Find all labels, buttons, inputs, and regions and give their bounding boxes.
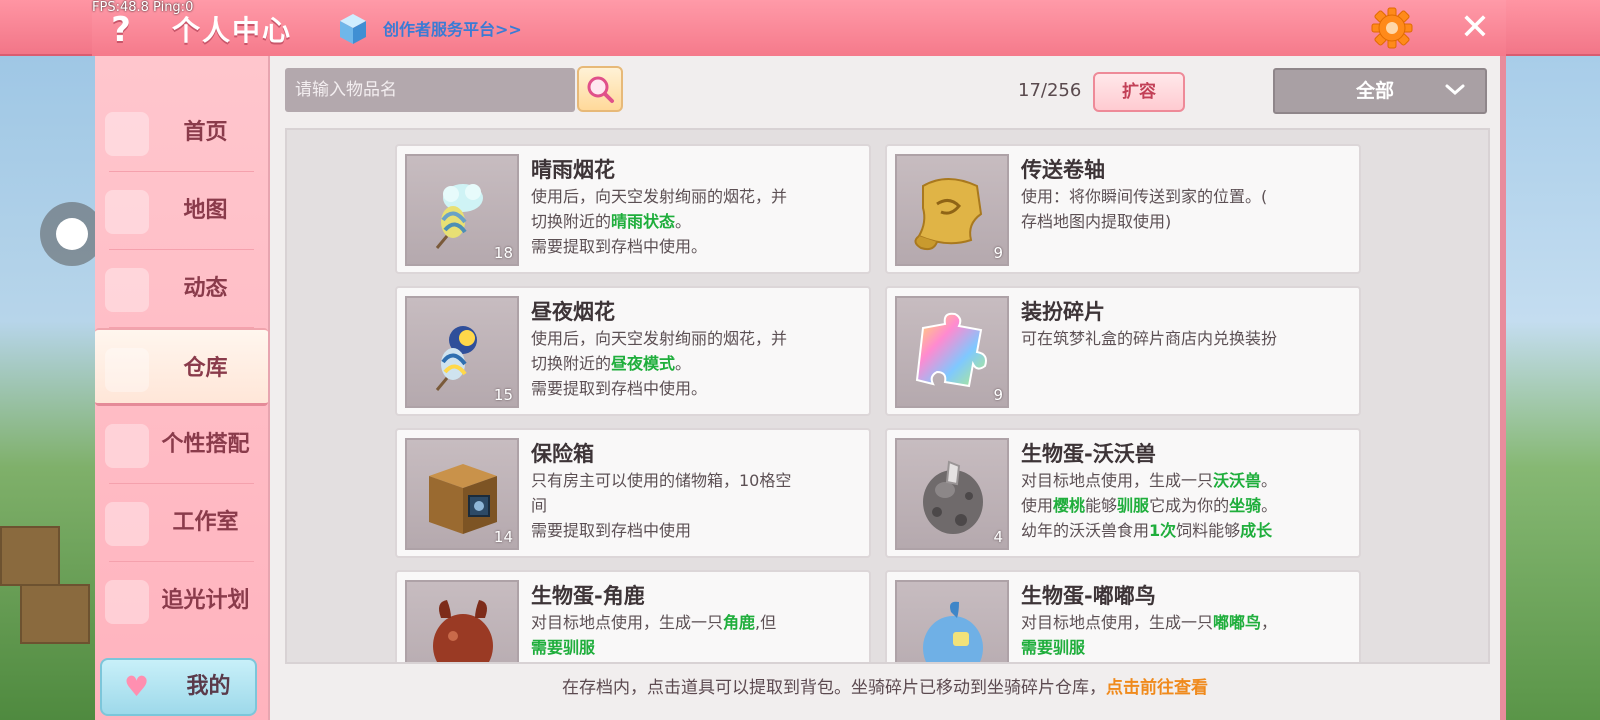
- scenery-block: [0, 526, 60, 586]
- sidebar-item-label: 首页: [183, 120, 228, 145]
- item-name: 保险箱: [531, 442, 594, 466]
- item-name: 生物蛋-沃沃兽: [1021, 442, 1156, 466]
- creator-platform-link[interactable]: 创作者服务平台>>: [383, 16, 522, 40]
- item-count: 4: [993, 528, 1003, 546]
- sidebar-item-outfit[interactable]: 个性搭配: [95, 406, 268, 484]
- item-card[interactable]: 18 晴雨烟花 使用后，向天空发射绚丽的烟花，并 切换附近的晴雨状态。 需要提取…: [395, 144, 871, 274]
- chevron-down-icon: [1445, 84, 1465, 95]
- item-description: 对目标地点使用，生成一只角鹿,但 需要驯服: [531, 613, 777, 657]
- item-thumbnail: [895, 580, 1009, 662]
- search-button[interactable]: [577, 66, 623, 112]
- item-card[interactable]: 生物蛋-嘟嘟鸟 对目标地点使用，生成一只嘟嘟鸟， 需要驯服: [885, 570, 1361, 662]
- search-box: [285, 68, 575, 112]
- sidebar-item-warehouse[interactable]: 仓库: [95, 328, 268, 406]
- item-count: 15: [493, 386, 513, 404]
- sidebar-item-activity[interactable]: 动态: [95, 250, 268, 328]
- item-card[interactable]: 14 保险箱 只有房主可以使用的储物箱，10格空 间 需要提取到存档中使用: [395, 428, 871, 558]
- item-description: 可在筑梦礼盒的碎片商店内兑换装扮: [1021, 329, 1278, 348]
- sidebar-item-label: 个性搭配: [161, 432, 250, 457]
- sidebar-item-label: 仓库: [183, 356, 228, 381]
- my-button[interactable]: ♥ 我的: [100, 658, 257, 716]
- joystick-knob[interactable]: [56, 218, 88, 250]
- item-card[interactable]: 4 生物蛋-沃沃兽 对目标地点使用，生成一只沃沃兽。 使用樱桃能够驯服它成为你的…: [885, 428, 1361, 558]
- help-icon[interactable]: ?: [104, 10, 138, 50]
- item-thumbnail: 9: [895, 296, 1009, 408]
- bird-egg-icon: [923, 601, 983, 662]
- item-thumbnail: 4: [895, 438, 1009, 550]
- item-card[interactable]: 15 昼夜烟花 使用后，向天空发射绚丽的烟花，并 切换附近的昼夜模式。 需要提取…: [395, 286, 871, 416]
- item-thumbnail: [405, 580, 519, 662]
- item-count: 14: [493, 528, 513, 546]
- deer-egg-icon: [433, 600, 493, 662]
- scroll-icon: [914, 178, 983, 251]
- cube-icon[interactable]: [338, 12, 368, 46]
- item-description: 对目标地点使用，生成一只嘟嘟鸟， 需要驯服: [1021, 613, 1278, 657]
- page-title: 个人中心: [172, 14, 293, 47]
- item-name: 装扮碎片: [1021, 300, 1105, 324]
- puzzle-piece-icon: [915, 312, 987, 388]
- footer-tip: 在存档内，点击道具可以提取到背包。坐骑碎片已移动到坐骑碎片仓库，点击前往查看: [270, 668, 1500, 708]
- close-icon[interactable]: ✕: [1455, 8, 1495, 48]
- sidebar-item-label: 追光计划: [161, 588, 250, 613]
- item-description: 使用：将你瞬间传送到家的位置。( 存档地图内提取使用): [1021, 187, 1268, 231]
- capacity-count: 17/256: [1018, 80, 1082, 101]
- item-description: 使用后，向天空发射绚丽的烟花，并 切换附近的晴雨状态。 需要提取到存档中使用。: [531, 187, 788, 256]
- sidebar-item-home[interactable]: 首页: [95, 94, 268, 172]
- warehouse-panel: 17/256 扩容 全部 18 晴雨烟花: [268, 56, 1506, 720]
- item-name: 传送卷轴: [1021, 158, 1105, 182]
- background-scenery-left: [0, 56, 95, 720]
- item-thumbnail: 14: [405, 438, 519, 550]
- filter-dropdown[interactable]: 全部: [1273, 68, 1487, 114]
- item-count: 18: [493, 244, 513, 262]
- footer-tip-text: 在存档内，点击道具可以提取到背包。坐骑碎片已移动到坐骑碎片仓库，: [562, 678, 1106, 698]
- item-name: 晴雨烟花: [531, 158, 615, 182]
- item-description: 对目标地点使用，生成一只沃沃兽。 使用樱桃能够驯服它成为你的坐骑。 幼年的沃沃兽…: [1021, 471, 1278, 540]
- sidebar-item-light-plan[interactable]: 追光计划: [95, 562, 268, 640]
- item-description: 使用后，向天空发射绚丽的烟花，并 切换附近的昼夜模式。 需要提取到存档中使用。: [531, 329, 788, 398]
- scenery-block: [20, 584, 90, 644]
- expand-button[interactable]: 扩容: [1093, 72, 1185, 112]
- sidebar-item-studio[interactable]: 工作室: [95, 484, 268, 562]
- footer-view-link[interactable]: 点击前往查看: [1106, 678, 1208, 698]
- sidebar-item-label: 动态: [183, 276, 228, 301]
- item-name: 生物蛋-角鹿: [531, 584, 645, 608]
- item-card[interactable]: 生物蛋-角鹿 对目标地点使用，生成一只角鹿,但 需要驯服: [395, 570, 871, 662]
- sidebar-item-map[interactable]: 地图: [95, 172, 268, 250]
- item-grid[interactable]: 18 晴雨烟花 使用后，向天空发射绚丽的烟花，并 切换附近的晴雨状态。 需要提取…: [285, 128, 1490, 664]
- my-button-label: 我的: [186, 674, 231, 699]
- item-thumbnail: 18: [405, 154, 519, 266]
- item-thumbnail: 9: [895, 154, 1009, 266]
- gear-icon[interactable]: [1371, 7, 1413, 49]
- item-name: 生物蛋-嘟嘟鸟: [1021, 584, 1156, 608]
- header-panel: [92, 0, 1506, 56]
- item-thumbnail: 15: [405, 296, 519, 408]
- background-scenery-right: [1500, 56, 1600, 720]
- item-card[interactable]: 9 装扮碎片 可在筑梦礼盒的碎片商店内兑换装扮: [885, 286, 1361, 416]
- search-icon: [587, 76, 614, 103]
- search-input[interactable]: [285, 68, 575, 112]
- item-count: 9: [993, 244, 1003, 262]
- item-description: 只有房主可以使用的储物箱，10格空 间 需要提取到存档中使用: [531, 471, 792, 540]
- item-card[interactable]: 9 传送卷轴 使用：将你瞬间传送到家的位置。( 存档地图内提取使用): [885, 144, 1361, 274]
- egg-icon: [923, 460, 983, 534]
- heart-icon: ♥: [124, 670, 150, 703]
- item-name: 昼夜烟花: [531, 300, 615, 324]
- sidebar: 首页 地图 动态 仓库 个性搭配 工作室 追光计划 ♥ 我的: [95, 56, 268, 720]
- sidebar-item-label: 地图: [183, 198, 228, 223]
- sidebar-item-label: 工作室: [172, 510, 239, 535]
- item-count: 9: [993, 386, 1003, 404]
